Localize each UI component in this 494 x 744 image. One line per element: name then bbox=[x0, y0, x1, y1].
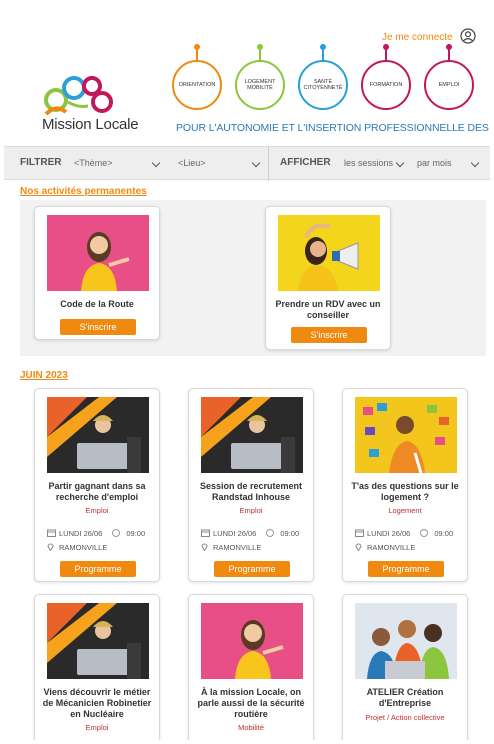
logo-text: Mission Locale bbox=[42, 116, 139, 133]
event-date-row: LUNDI 26/06 09:00 bbox=[47, 529, 145, 538]
filter-label: FILTRER bbox=[20, 157, 62, 168]
user-icon[interactable] bbox=[460, 28, 476, 44]
location-pin-icon bbox=[355, 543, 362, 551]
event-title: T'as des questions sur le logement ? bbox=[351, 481, 459, 502]
activity-title: Code de la Route bbox=[60, 299, 134, 309]
event-image bbox=[47, 397, 149, 473]
display-label: AFFICHER bbox=[280, 157, 331, 168]
pillar-orientation[interactable]: ORIENTATION bbox=[172, 44, 222, 110]
page: Je me connecte Mission Locale ORIENTATIO… bbox=[4, 4, 490, 740]
event-image bbox=[47, 603, 149, 679]
event-title: À la mission Locale, on parle aussi de l… bbox=[197, 687, 305, 719]
event-card[interactable]: Viens découvrir le métier de Mécanicien … bbox=[34, 594, 160, 740]
event-category: Emploi bbox=[239, 506, 263, 515]
place-select[interactable]: <Lieu> bbox=[178, 158, 206, 168]
programme-button[interactable]: Programme bbox=[60, 561, 136, 577]
pillar-label: LOGEMENT MOBILITÉ bbox=[235, 60, 285, 110]
activity-image bbox=[278, 215, 380, 291]
programme-button[interactable]: Programme bbox=[214, 561, 290, 577]
pillar-label: SANTÉ CITOYENNETÉ bbox=[298, 60, 348, 110]
event-image bbox=[355, 397, 457, 473]
event-image bbox=[201, 397, 303, 473]
event-card[interactable]: ATELIER Création d'Entreprise Projet / A… bbox=[342, 594, 468, 740]
activity-card[interactable]: Prendre un RDV avec un conseiller S'insc… bbox=[265, 206, 391, 350]
chevron-down-icon[interactable] bbox=[470, 158, 480, 168]
chevron-down-icon[interactable] bbox=[395, 158, 405, 168]
event-time: 09:00 bbox=[126, 529, 146, 538]
event-date: LUNDI 26/06 bbox=[213, 529, 257, 538]
event-category: Projet / Action collective bbox=[365, 713, 445, 722]
period-select[interactable]: par mois bbox=[417, 158, 452, 168]
event-image bbox=[201, 603, 303, 679]
location-pin-icon bbox=[47, 543, 54, 551]
event-place-row: RAMONVILLE bbox=[47, 543, 107, 552]
pillar-formation[interactable]: FORMATION bbox=[361, 44, 411, 110]
chevron-down-icon[interactable] bbox=[251, 158, 261, 168]
event-date: LUNDI 26/06 bbox=[59, 529, 103, 538]
pillar-label: ORIENTATION bbox=[172, 60, 222, 110]
event-title: Session de recrutement Randstad Inhouse bbox=[199, 481, 303, 502]
event-category: Emploi bbox=[85, 506, 109, 515]
month-section-title[interactable]: JUIN 2023 bbox=[20, 370, 68, 381]
event-title: Viens découvrir le métier de Mécanicien … bbox=[42, 687, 152, 719]
pillar-logement-mobilite[interactable]: LOGEMENT MOBILITÉ bbox=[235, 44, 285, 110]
filter-bar: FILTRER <Thème> <Lieu> AFFICHER les sess… bbox=[4, 146, 490, 181]
theme-select[interactable]: <Thème> bbox=[74, 158, 113, 168]
event-card[interactable]: Partir gagnant dans sa recherche d'emplo… bbox=[34, 388, 160, 582]
pillar-emploi[interactable]: EMPLOI bbox=[424, 44, 474, 110]
clock-icon bbox=[112, 529, 121, 537]
event-place: RAMONVILLE bbox=[59, 543, 108, 552]
event-category: Mobilité bbox=[238, 723, 264, 732]
calendar-icon bbox=[47, 529, 56, 537]
event-date-row: LUNDI 26/06 09:00 bbox=[355, 529, 453, 538]
register-button[interactable]: S'inscrire bbox=[291, 327, 367, 343]
programme-button[interactable]: Programme bbox=[368, 561, 444, 577]
event-card[interactable]: Session de recrutement Randstad Inhouse … bbox=[188, 388, 314, 582]
event-card[interactable]: T'as des questions sur le logement ? Log… bbox=[342, 388, 468, 582]
event-card[interactable]: À la mission Locale, on parle aussi de l… bbox=[188, 594, 314, 740]
permanent-section-title[interactable]: Nos activités permanentes bbox=[20, 186, 147, 197]
calendar-icon bbox=[355, 529, 364, 537]
location-pin-icon bbox=[201, 543, 208, 551]
activity-card[interactable]: Code de la Route S'inscrire bbox=[34, 206, 160, 340]
activity-image bbox=[47, 215, 149, 291]
pillar-sante-citoyennete[interactable]: SANTÉ CITOYENNETÉ bbox=[298, 44, 348, 110]
clock-icon bbox=[266, 529, 275, 537]
login-link[interactable]: Je me connecte bbox=[382, 32, 453, 43]
calendar-icon bbox=[201, 529, 210, 537]
chevron-down-icon[interactable] bbox=[151, 158, 161, 168]
event-time: 09:00 bbox=[280, 529, 300, 538]
event-place: RAMONVILLE bbox=[213, 543, 262, 552]
event-date-row: LUNDI 26/06 09:00 bbox=[201, 529, 299, 538]
event-category: Logement bbox=[388, 506, 422, 515]
event-title: Partir gagnant dans sa recherche d'emplo… bbox=[48, 481, 146, 502]
tagline: POUR L'AUTONOMIE ET L'INSERTION PROFESSI… bbox=[176, 122, 490, 134]
event-place: RAMONVILLE bbox=[367, 543, 416, 552]
activity-title: Prendre un RDV avec un conseiller bbox=[275, 299, 381, 320]
clock-icon bbox=[420, 529, 429, 537]
pillar-label: FORMATION bbox=[361, 60, 411, 110]
event-place-row: RAMONVILLE bbox=[201, 543, 261, 552]
event-time: 09:00 bbox=[434, 529, 454, 538]
event-image bbox=[355, 603, 457, 679]
pillar-label: EMPLOI bbox=[424, 60, 474, 110]
register-button[interactable]: S'inscrire bbox=[60, 319, 136, 335]
event-title: ATELIER Création d'Entreprise bbox=[366, 687, 444, 708]
sessions-select[interactable]: les sessions bbox=[344, 158, 393, 168]
event-date: LUNDI 26/06 bbox=[367, 529, 411, 538]
event-place-row: RAMONVILLE bbox=[355, 543, 415, 552]
event-category: Emploi bbox=[85, 723, 109, 732]
